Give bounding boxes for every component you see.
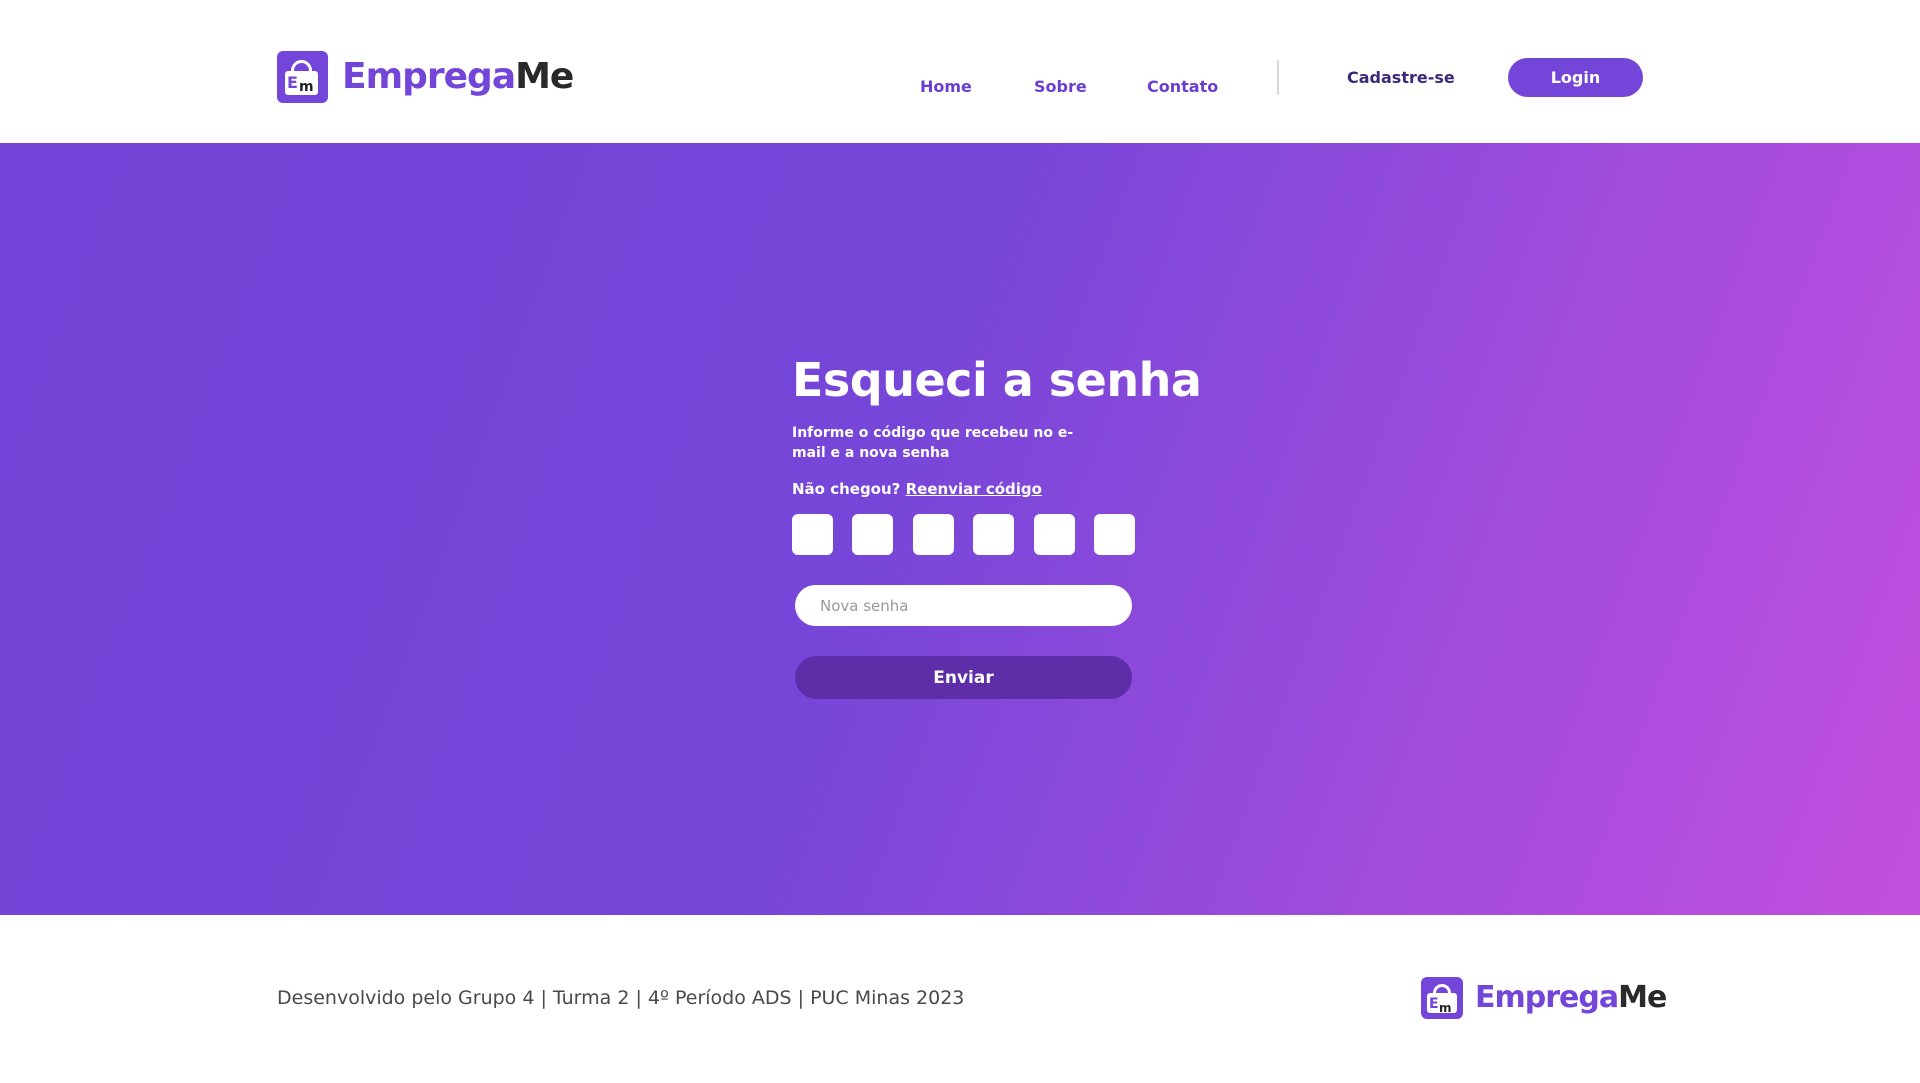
page-title: Esqueci a senha xyxy=(792,353,1202,407)
briefcase-lock-icon: E m xyxy=(1421,977,1463,1019)
footer-credits: Desenvolvido pelo Grupo 4 | Turma 2 | 4º… xyxy=(277,987,965,1009)
login-button[interactable]: Login xyxy=(1508,58,1643,97)
footer-brand-name-part2: Me xyxy=(1618,980,1667,1015)
footer-brand-logo[interactable]: E m EmpregaMe xyxy=(1421,977,1667,1019)
form-instructions: Informe o código que recebeu no e-mail e… xyxy=(792,425,1074,461)
site-header: E m EmpregaMe Home Sobre Contato Cadastr… xyxy=(0,0,1920,143)
resend-line: Não chegou? Reenviar código xyxy=(792,480,1136,498)
signup-link[interactable]: Cadastre-se xyxy=(1347,68,1455,87)
code-input-group xyxy=(792,514,1135,555)
code-digit-4[interactable] xyxy=(973,514,1015,555)
site-footer: Desenvolvido pelo Grupo 4 | Turma 2 | 4º… xyxy=(0,915,1920,1083)
resend-code-link[interactable]: Reenviar código xyxy=(906,480,1042,498)
reset-password-form: Esqueci a senha Informe o código que rec… xyxy=(792,351,1202,699)
brand-name: EmpregaMe xyxy=(342,51,574,103)
resend-prefix: Não chegou? xyxy=(792,480,901,498)
new-password-input[interactable] xyxy=(795,585,1132,626)
brand-logo[interactable]: E m EmpregaMe xyxy=(277,51,574,103)
brand-name-part1: Emprega xyxy=(342,56,516,97)
brand-name-part2: Me xyxy=(515,56,574,97)
hero-section: Esqueci a senha Informe o código que rec… xyxy=(0,143,1920,915)
nav-divider xyxy=(1277,60,1279,95)
code-digit-6[interactable] xyxy=(1093,514,1135,555)
nav-link-contato[interactable]: Contato xyxy=(1147,68,1218,104)
briefcase-lock-icon: E m xyxy=(277,51,328,103)
code-digit-3[interactable] xyxy=(912,514,954,555)
footer-brand-name-part1: Emprega xyxy=(1475,980,1619,1015)
code-digit-1[interactable] xyxy=(792,514,833,555)
code-digit-5[interactable] xyxy=(1033,514,1075,555)
nav-link-home[interactable]: Home xyxy=(920,68,972,104)
nav-link-sobre[interactable]: Sobre xyxy=(1034,68,1087,104)
submit-button[interactable]: Enviar xyxy=(795,656,1132,699)
code-digit-2[interactable] xyxy=(852,514,894,555)
footer-brand-name: EmpregaMe xyxy=(1475,977,1667,1019)
